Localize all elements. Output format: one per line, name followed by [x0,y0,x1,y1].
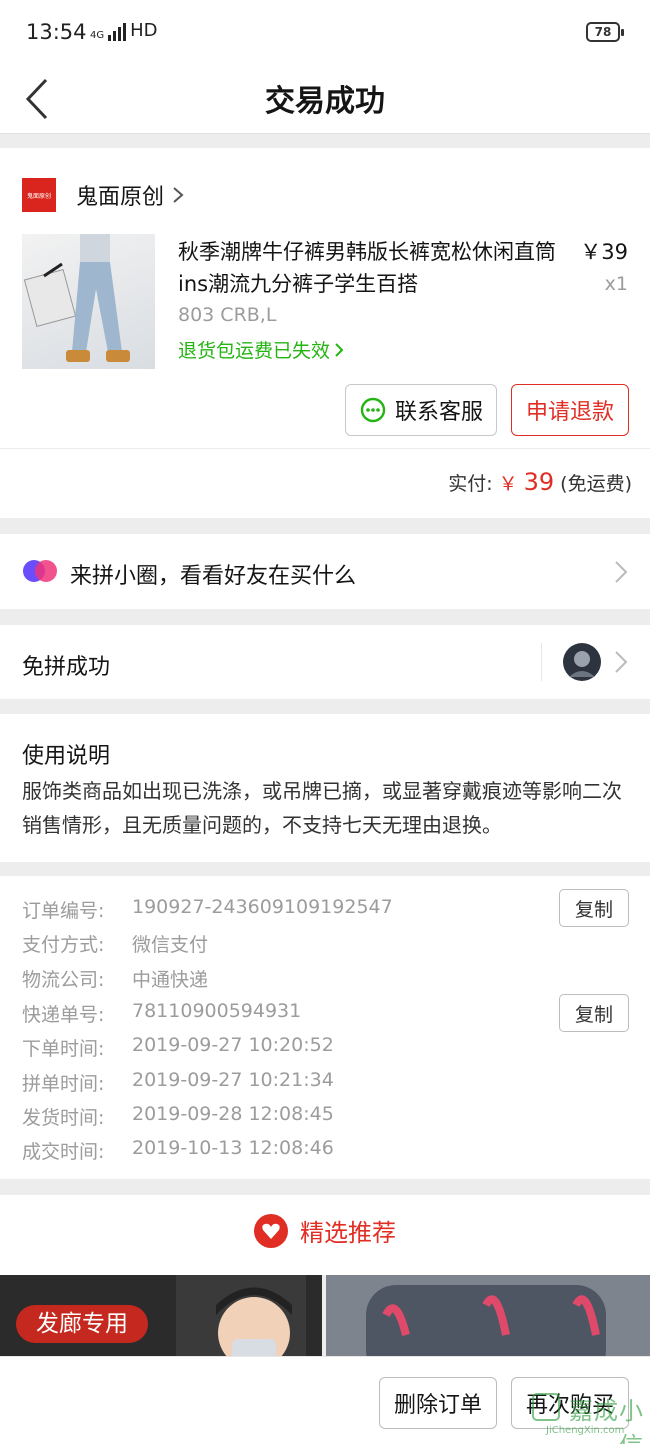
shop-name: 鬼面原创 [76,185,165,210]
copy-tracking-number-button[interactable]: 复制 [559,994,629,1032]
divider [0,448,650,449]
order-item-card: 鬼面原创 鬼面原创 秋季潮牌牛仔裤男韩版长裤宽松休闲直筒ins潮流九分裤子学生百… [0,148,650,518]
group-status-label: 免拼成功 [22,655,111,680]
recommend-title-row: 精选推荐 [0,1213,650,1248]
refund-shipping-link[interactable]: 退货包运费已失效 [178,336,344,363]
watermark-logo-icon [532,1393,560,1421]
chevron-right-icon [615,651,628,673]
friend-circle-label: 来拼小圈，看看好友在买什么 [70,564,357,589]
order-info-key: 下单时间: [22,1038,105,1060]
network-type: 4G [90,30,105,41]
chat-icon [360,397,386,423]
contact-service-button[interactable]: 联系客服 [345,384,497,436]
order-info-value: 2019-09-27 10:20:52 [132,1034,334,1056]
paid-summary: 实付: ￥ 39 (免运费) [448,468,632,496]
apply-refund-button[interactable]: 申请退款 [511,384,629,436]
order-info-value: 微信支付 [132,934,209,956]
order-info-row: 成交时间: 2019-10-13 12:08:46 [22,1137,334,1164]
order-info-row: 订单编号: 190927-243609109192547 [22,896,393,923]
paid-currency: ￥ [498,473,518,495]
status-time: 13:54 [26,20,87,44]
order-info-key: 物流公司: [22,969,105,991]
recommend-header: 精选推荐 [0,1195,650,1275]
order-info-value: 中通快递 [132,969,209,991]
hd-label: HD [130,20,158,41]
delete-order-button[interactable]: 删除订单 [379,1377,497,1429]
order-info-value: 2019-10-13 12:08:46 [132,1137,334,1159]
signal-indicator: 4G HD [90,20,158,41]
watermark: 嘉成小信 JiChengXin.com [532,1385,644,1444]
product-title[interactable]: 秋季潮牌牛仔裤男韩版长裤宽松休闲直筒ins潮流九分裤子学生百搭 [178,236,568,300]
paid-label: 实付: [448,473,493,495]
bottom-action-bar: 删除订单 再次购买 嘉成小信 JiChengXin.com [0,1356,650,1444]
circle-logo-icon [23,560,57,582]
chevron-right-icon [335,342,344,357]
order-info-value: 2019-09-27 10:21:34 [132,1069,334,1091]
product-price: ￥39 [580,240,628,264]
product-quantity: x1 [604,273,628,295]
order-info-row: 发货时间: 2019-09-28 12:08:45 [22,1103,334,1130]
order-info: 订单编号: 190927-243609109192547 复制 支付方式: 微信… [0,876,650,1179]
friend-circle-row[interactable]: 来拼小圈，看看好友在买什么 [0,534,650,609]
heart-badge-icon [254,1213,288,1248]
page-title: 交易成功 [265,84,385,119]
status-bar: 13:54 4G HD 78 [0,0,650,64]
order-info-key: 成交时间: [22,1141,105,1163]
chevron-right-icon [173,187,184,203]
order-info-key: 发货时间: [22,1107,105,1129]
refund-shipping-text: 退货包运费已失效 [178,340,331,362]
nav-bar: 交易成功 [0,64,650,134]
order-info-value: 190927-243609109192547 [132,896,393,918]
watermark-url: JiChengXin.com [546,1425,625,1436]
product-thumbnail[interactable] [22,234,155,369]
signal-bars-icon [108,23,127,41]
order-info-key: 支付方式: [22,934,105,956]
shop-link[interactable]: 鬼面原创 鬼面原创 [22,178,184,212]
order-info-value: 78110900594931 [132,1000,302,1022]
usage-body: 服饰类商品如出现已洗涤，或吊牌已摘，或显著穿戴痕迹等影响二次销售情形，且无质量问… [22,779,622,837]
order-info-value: 2019-09-28 12:08:45 [132,1103,334,1125]
order-info-row: 物流公司: 中通快递 [22,965,208,992]
group-status-row[interactable]: 免拼成功 [0,625,650,699]
order-info-row: 支付方式: 微信支付 [22,930,208,957]
order-info-key: 拼单时间: [22,1073,105,1095]
shop-logo: 鬼面原创 [22,178,56,212]
order-info-row: 拼单时间: 2019-09-27 10:21:34 [22,1069,334,1096]
chevron-right-icon [615,561,628,583]
contact-service-label: 联系客服 [394,400,483,425]
usage-notes: 使用说明 服饰类商品如出现已洗涤，或吊牌已摘，或显著穿戴痕迹等影响二次销售情形，… [0,714,650,862]
recommend-title: 精选推荐 [300,1219,396,1247]
usage-title: 使用说明 [22,744,111,769]
battery-icon: 78 [586,22,624,42]
avatar [563,643,601,681]
order-info-key: 快递单号: [22,1004,105,1026]
paid-amount: 39 [523,468,555,496]
copy-order-number-button[interactable]: 复制 [559,889,629,927]
watermark-text: 嘉成小信 [569,1397,644,1444]
paid-note: (免运费) [560,473,632,495]
product-sku: 803 CRB,L [178,304,277,326]
product-photo [23,234,130,362]
order-info-row: 快递单号: 78110900594931 [22,1000,301,1027]
order-info-row: 下单时间: 2019-09-27 10:20:52 [22,1034,334,1061]
divider [541,643,542,681]
order-info-key: 订单编号: [22,900,105,922]
product-tag: 发廊专用 [16,1305,148,1343]
